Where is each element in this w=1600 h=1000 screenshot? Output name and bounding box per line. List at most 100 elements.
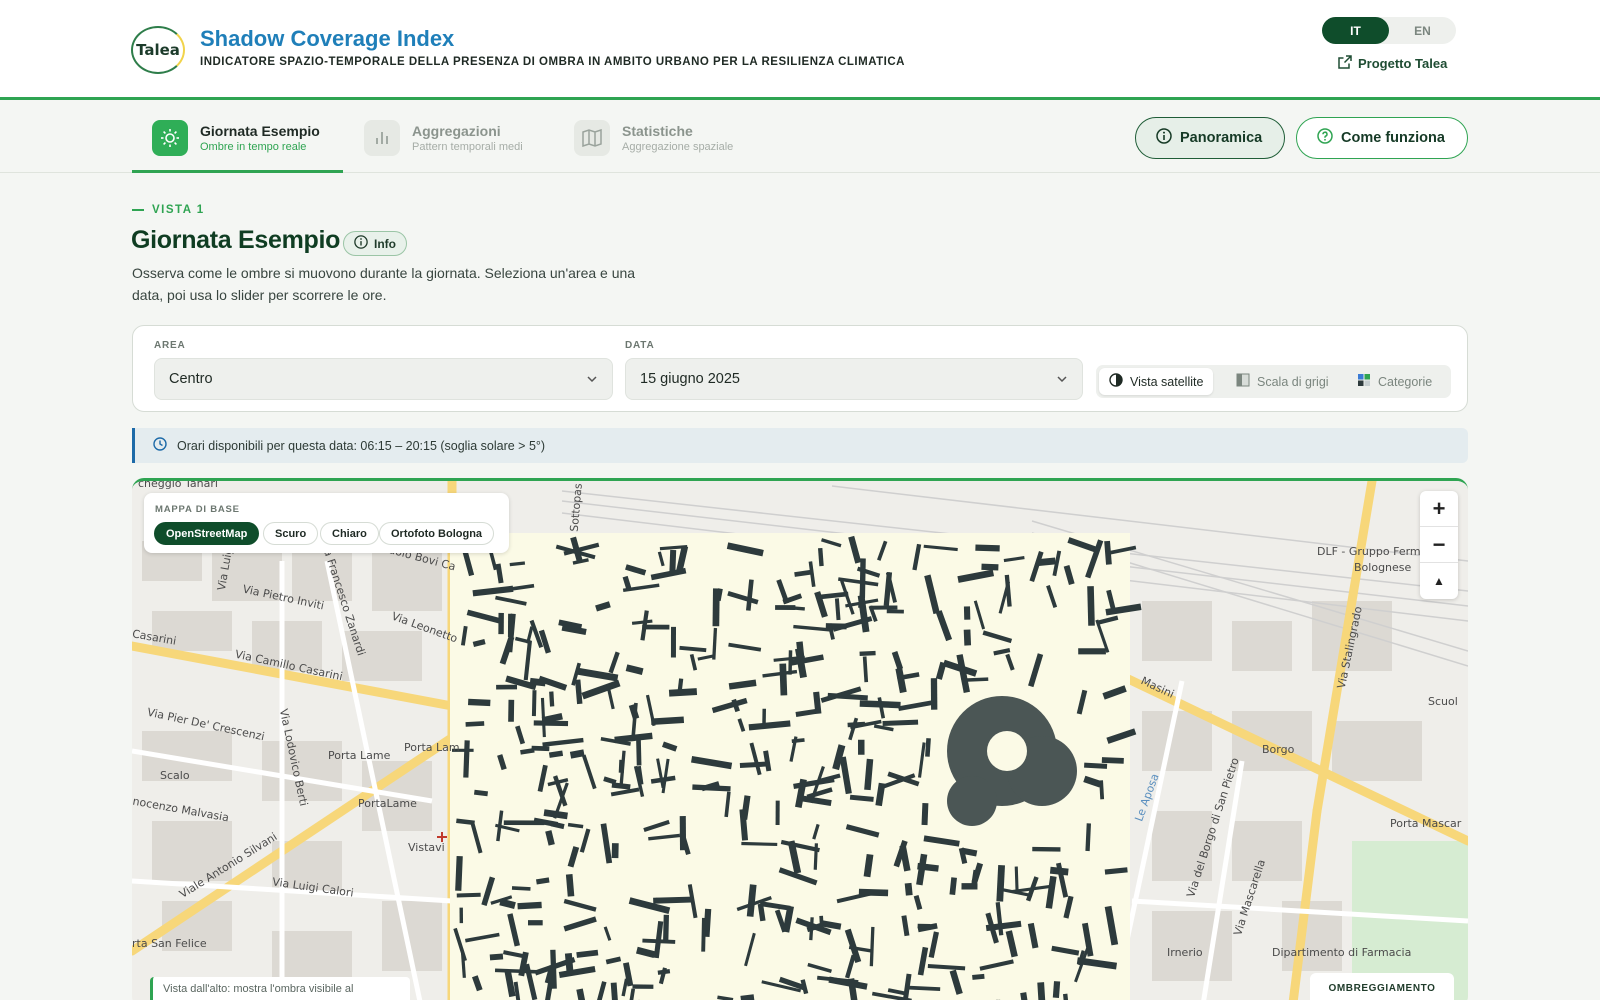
- shadow-block: [859, 558, 866, 599]
- section-eyebrow: VISTA 1: [132, 204, 205, 216]
- eyebrow-text: VISTA 1: [152, 204, 205, 216]
- external-link-icon: [1338, 55, 1352, 72]
- basemap-label: MAPPA DI BASE: [155, 504, 240, 515]
- shadow-block: [663, 914, 669, 941]
- talea-logo[interactable]: Talea: [131, 26, 185, 74]
- shadow-block: [670, 626, 676, 658]
- shadow-block: [921, 803, 929, 826]
- shadow-map[interactable]: cheggio Tanari Via Pietro Inviti Via Lui…: [132, 478, 1468, 1000]
- shadow-block: [632, 984, 654, 989]
- tab-sublabel: Ombre in tempo reale: [200, 141, 307, 153]
- chevron-down-icon: [1056, 371, 1068, 387]
- shadow-block: [549, 691, 555, 707]
- shadow-block: [1101, 757, 1124, 764]
- compass-button[interactable]: ▲: [1420, 563, 1458, 599]
- shadow-block: [961, 883, 978, 890]
- view-label: Categorie: [1378, 374, 1433, 389]
- shadow-block: [653, 896, 692, 904]
- available-hours-note: Orari disponibili per questa data: 06:15…: [132, 428, 1468, 463]
- street-label: rta San Felice: [132, 937, 207, 950]
- panoramica-button[interactable]: Panoramica: [1135, 117, 1285, 159]
- shadow-block: [531, 690, 537, 717]
- view-categories-button[interactable]: Categorie: [1347, 368, 1442, 395]
- come-funziona-button[interactable]: Come funziona: [1296, 117, 1468, 159]
- panoramica-label: Panoramica: [1180, 130, 1263, 146]
- shadow-block: [712, 588, 720, 627]
- page-description: Osserva come le ombre si muovono durante…: [132, 265, 636, 303]
- project-talea-label: Progetto Talea: [1358, 56, 1448, 71]
- app-header: Talea Shadow Coverage Index INDICATORE S…: [0, 0, 1600, 100]
- tab-aggregazioni[interactable]: Aggregazioni Pattern temporali medi: [364, 103, 523, 173]
- map-caption: Vista dall'alto: mostra l'ombra visibile…: [150, 977, 410, 1000]
- tab-statistiche[interactable]: Statistiche Aggregazione spaziale: [574, 103, 733, 173]
- shadow-block: [869, 605, 898, 610]
- shadow-block: [858, 888, 889, 897]
- view-label: Scala di grigi: [1257, 374, 1329, 389]
- main-nav: Giornata Esempio Ombre in tempo reale Ag…: [0, 103, 1600, 173]
- shadow-block: [775, 800, 780, 826]
- map-icon: [574, 120, 610, 156]
- basemap-light-button[interactable]: Chiaro: [320, 522, 379, 545]
- app-subtitle: INDICATORE SPAZIO-TEMPORALE DELLA PRESEN…: [200, 56, 905, 68]
- shadow-block: [904, 882, 913, 896]
- shadow-block: [456, 892, 481, 898]
- shadow-block: [963, 606, 971, 620]
- zoom-in-button[interactable]: +: [1420, 491, 1458, 527]
- street-label: Dipartimento di Farmacia: [1272, 946, 1412, 959]
- shadow-block: [886, 609, 904, 614]
- logo-text: Talea: [136, 41, 180, 59]
- shadow-block: [611, 843, 619, 859]
- shadow-block: [496, 684, 518, 690]
- street-label: Vistavi: [408, 841, 445, 854]
- shadow-block: [1078, 648, 1106, 655]
- view-satellite-button[interactable]: Vista satellite: [1099, 368, 1214, 395]
- contrast-icon: [1109, 373, 1123, 390]
- shadow-block: [963, 629, 972, 646]
- street-label: PortaLame: [358, 797, 417, 810]
- area-label: AREA: [154, 340, 186, 351]
- language-switch: IT EN: [1322, 17, 1456, 44]
- bar-chart-icon: [364, 120, 400, 156]
- clock-icon: [153, 437, 167, 454]
- zoom-controls: + − ▲: [1420, 491, 1458, 599]
- project-talea-link[interactable]: Progetto Talea: [1338, 55, 1447, 72]
- app-title: Shadow Coverage Index: [200, 26, 455, 51]
- basemap-ortho-button[interactable]: Ortofoto Bologna: [379, 522, 495, 545]
- date-select[interactable]: 15 giugno 2025: [625, 358, 1083, 400]
- lang-it-button[interactable]: IT: [1322, 17, 1389, 44]
- tab-label: Giornata Esempio: [200, 123, 320, 139]
- lang-en-button[interactable]: EN: [1389, 17, 1456, 44]
- shadow-block: [701, 917, 706, 952]
- shadow-block: [527, 920, 543, 926]
- chevron-down-icon: [586, 371, 598, 387]
- date-value: 15 giugno 2025: [640, 371, 740, 387]
- street-label: cheggio Tanari: [138, 478, 218, 490]
- area-value: Centro: [169, 371, 213, 387]
- zoom-out-button[interactable]: −: [1420, 527, 1458, 563]
- view-grayscale-button[interactable]: Scala di grigi: [1226, 368, 1339, 395]
- controls-card: AREA Centro DATA 15 giugno 2025 Vista sa…: [132, 325, 1468, 412]
- shadow-block: [642, 624, 670, 630]
- tab-sublabel: Aggregazione spaziale: [622, 141, 734, 153]
- tab-giornata-esempio[interactable]: Giornata Esempio Ombre in tempo reale: [132, 103, 343, 173]
- shadow-block: [465, 721, 485, 727]
- basemap-panel: MAPPA DI BASE OpenStreetMap Scuro Chiaro…: [144, 493, 509, 553]
- shadow-block: [858, 739, 865, 755]
- shadow-block: [498, 612, 504, 635]
- shadow-block: [636, 738, 642, 766]
- street-label: Scalo: [160, 769, 190, 782]
- shading-legend-title: OMBREGGIAMENTO: [1310, 973, 1454, 1000]
- basemap-osm-button[interactable]: OpenStreetMap: [154, 522, 260, 545]
- shadow-block: [859, 650, 876, 656]
- sun-icon: [152, 120, 188, 156]
- basemap-dark-button[interactable]: Scuro: [263, 522, 319, 545]
- area-select[interactable]: Centro: [154, 358, 613, 400]
- info-chip[interactable]: Info: [343, 231, 407, 256]
- street-label: Porta Lame: [328, 749, 391, 762]
- street-label: Irnerio: [1167, 946, 1203, 959]
- street-label: Porta Mascar: [1390, 817, 1462, 830]
- street-label: Scuol: [1428, 695, 1458, 708]
- tab-sublabel: Pattern temporali medi: [412, 141, 523, 153]
- info-circle-icon: [354, 235, 368, 252]
- shadow-block: [459, 907, 464, 924]
